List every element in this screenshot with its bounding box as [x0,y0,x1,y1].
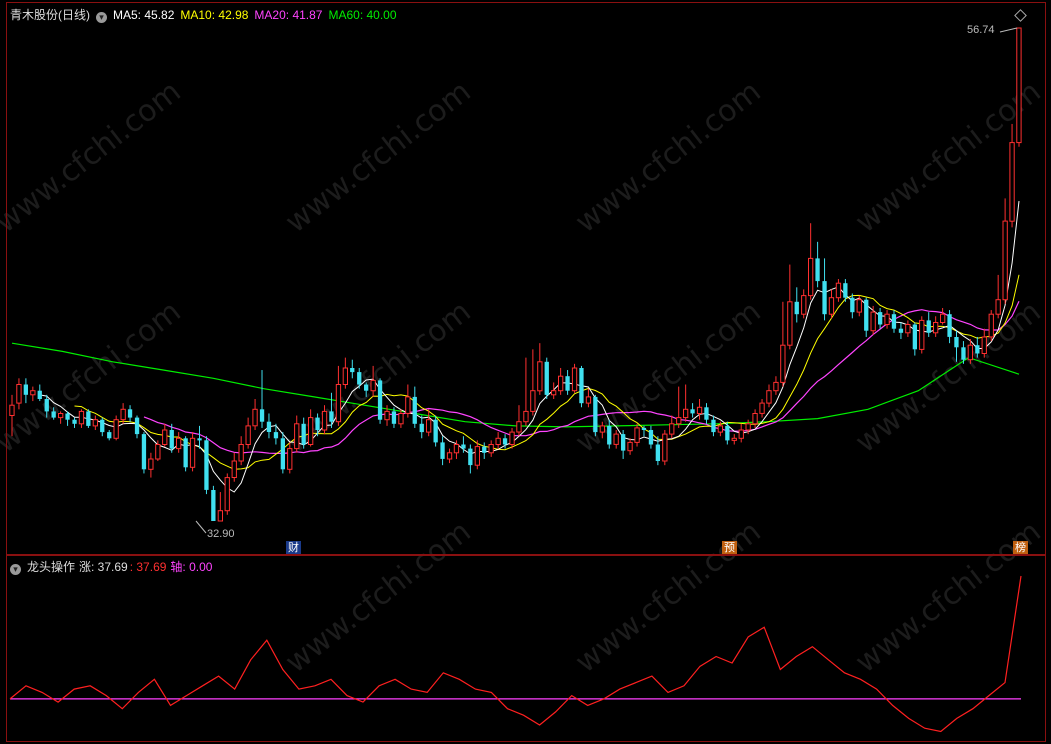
stock-title: 青木股份(日线) [10,8,90,22]
ma60-label: MA60: 40.00 [328,8,397,22]
marker-bang[interactable]: 榜 [1013,541,1028,554]
sub-title: 龙头操作 [27,560,76,574]
axis-label: 轴: 0.00 [170,560,213,574]
ma5-label: MA5: 45.82 [113,8,175,22]
marker-yu[interactable]: 预 [722,541,737,554]
low-price-label: 32.90 [207,528,235,540]
sub-panel-frame [6,555,1046,742]
rise-value-2: : 37.69 [129,560,167,574]
ma10-label: MA10: 42.98 [180,8,249,22]
chart-stage[interactable]: www.cfchi.com www.cfchi.com www.cfchi.com w… [0,0,1051,744]
sub-panel-legend: ▾ 龙头操作 涨: 37.69: 37.69 轴: 0.00 [10,558,218,575]
main-panel-legend: 青木股份(日线) ▾ MA5: 45.82 MA10: 42.98 MA20: 41.8… [10,6,403,23]
marker-cai[interactable]: 财 [286,541,301,554]
sub-settings-circle-icon[interactable]: ▾ [10,564,21,575]
settings-circle-icon[interactable]: ▾ [96,12,107,23]
rise-label: 涨: 37.69 [79,560,128,574]
high-price-label: 56.74 [967,24,995,36]
ma20-label: MA20: 41.87 [254,8,323,22]
main-panel-frame [6,2,1046,555]
